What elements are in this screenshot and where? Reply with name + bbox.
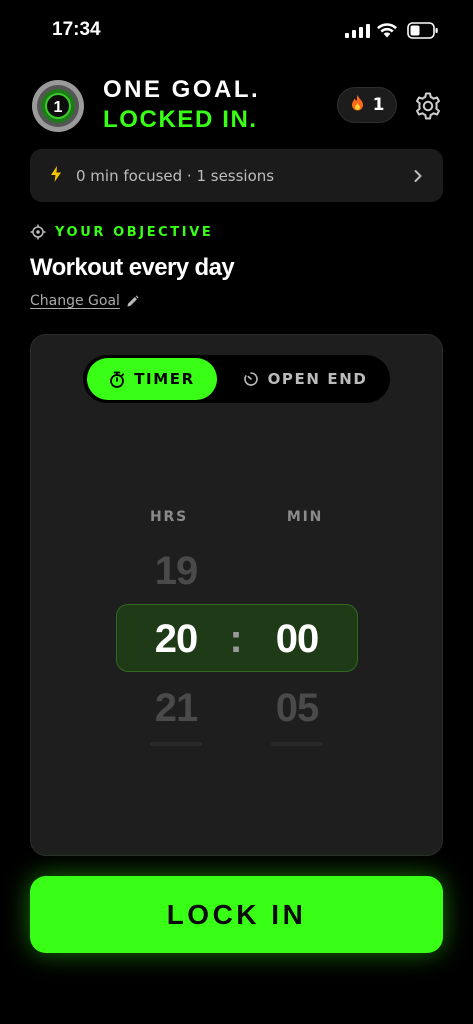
mode-tab-open-end-label: OPEN END xyxy=(267,370,368,388)
time-separator: : xyxy=(229,617,243,661)
goal-title: Workout every day xyxy=(30,254,235,281)
battery-icon xyxy=(407,22,438,39)
minutes-option-faded xyxy=(271,742,323,746)
open-timer-icon xyxy=(243,372,258,386)
mode-tab-timer[interactable]: TIMER xyxy=(87,358,217,400)
chevron-right-icon xyxy=(413,164,423,188)
change-goal-link[interactable]: Change Goal xyxy=(30,293,139,309)
mode-tab-timer-label: TIMER xyxy=(134,370,195,388)
hours-option-next[interactable]: 21 xyxy=(126,686,226,731)
settings-gear-icon[interactable] xyxy=(413,91,443,121)
app-logo-icon: 1 xyxy=(32,80,84,132)
minutes-label: MIN xyxy=(286,509,324,525)
change-goal-text: Change Goal xyxy=(30,293,120,309)
hours-label: HRS xyxy=(150,509,188,525)
pencil-icon xyxy=(127,294,139,306)
hours-option-selected[interactable]: 20 xyxy=(126,617,226,662)
hours-option-faded xyxy=(150,742,202,746)
objective-label-text: YOUR OBJECTIVE xyxy=(55,224,214,240)
app-title-line2: LOCKED IN. xyxy=(103,106,258,133)
wifi-icon xyxy=(377,23,397,38)
streak-count: 1 xyxy=(372,95,385,115)
lightning-bolt-icon xyxy=(50,165,76,186)
mode-tab-open-end[interactable]: OPEN END xyxy=(225,358,385,400)
minutes-option-selected[interactable]: 00 xyxy=(247,617,347,662)
hours-option-prev[interactable]: 19 xyxy=(126,549,226,594)
flame-icon xyxy=(350,94,365,116)
streak-badge[interactable]: 1 xyxy=(337,87,397,123)
cellular-signal-icon xyxy=(345,24,370,38)
objective-label: YOUR OBJECTIVE xyxy=(30,224,213,240)
stopwatch-icon xyxy=(110,371,125,388)
focus-stats-bar[interactable]: 0 min focused · 1 sessions xyxy=(30,149,443,202)
minutes-option-next[interactable]: 05 xyxy=(247,686,347,731)
focus-stats-text: 0 min focused · 1 sessions xyxy=(76,166,275,185)
target-icon xyxy=(30,224,46,240)
lock-in-label: LOCK IN xyxy=(166,898,307,930)
timer-card xyxy=(30,334,443,856)
status-time: 17:34 xyxy=(52,19,101,40)
lock-in-button[interactable]: LOCK IN xyxy=(30,876,443,953)
app-title-line1: ONE GOAL. xyxy=(103,76,261,103)
logo-number: 1 xyxy=(54,99,63,116)
